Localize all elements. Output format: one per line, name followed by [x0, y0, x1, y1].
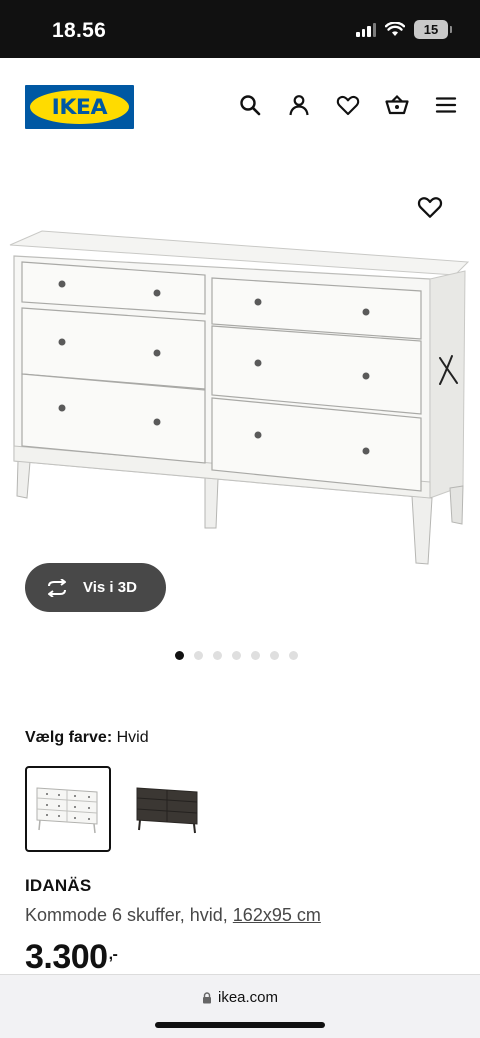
url-display[interactable]: ikea.com	[0, 989, 480, 1006]
cellular-signal-icon	[356, 22, 376, 37]
product-dimensions-link[interactable]: 162x95 cm	[233, 905, 321, 925]
gallery-dot[interactable]	[270, 651, 279, 660]
basket-icon[interactable]	[385, 93, 409, 117]
add-to-favorites-icon[interactable]	[417, 194, 443, 220]
price-suffix: ,-	[108, 946, 118, 963]
status-icons: 15	[356, 20, 452, 39]
wifi-icon	[385, 22, 405, 36]
color-selection-line: Vælg farve: Hvid	[25, 729, 149, 747]
product-image[interactable]	[0, 178, 480, 578]
gallery-dot[interactable]	[251, 651, 260, 660]
product-name: IDANÄS	[25, 876, 92, 895]
menu-icon[interactable]	[434, 93, 458, 117]
home-indicator	[155, 1022, 325, 1028]
product-price: 3.300,-	[25, 938, 118, 977]
logo-oval: IKEA	[30, 90, 129, 124]
search-icon[interactable]	[238, 93, 262, 117]
status-time: 18.56	[52, 19, 107, 42]
selected-color: Hvid	[116, 729, 149, 746]
view-in-3d-button[interactable]: Vis i 3D	[25, 563, 166, 612]
lock-icon	[202, 991, 211, 1003]
gallery-dot[interactable]	[175, 651, 184, 660]
price-value: 3.300	[25, 938, 108, 976]
browser-address-bar[interactable]: ikea.com	[0, 974, 480, 1038]
gallery-dot[interactable]	[289, 651, 298, 660]
product-description: Kommode 6 skuffer, hvid,	[25, 905, 228, 925]
url-text: ikea.com	[217, 989, 279, 1006]
gallery-pagination	[175, 651, 298, 660]
site-header: IKEA	[0, 58, 480, 158]
ikea-logo[interactable]: IKEA	[25, 85, 134, 129]
rotate-3d-icon	[48, 578, 66, 597]
white-dresser-thumbnail	[36, 787, 98, 834]
product-description-line: Kommode 6 skuffer, hvid, 162x95 cm	[25, 905, 321, 926]
dark-brown-dresser-thumbnail	[136, 787, 198, 834]
battery-icon: 15	[414, 20, 452, 39]
swatch-white[interactable]	[25, 766, 111, 852]
heart-icon[interactable]	[336, 93, 360, 117]
status-bar: 18.56 15	[0, 0, 480, 58]
gallery-dot[interactable]	[194, 651, 203, 660]
swatch-dark-brown[interactable]	[125, 766, 211, 852]
logo-text: IKEA	[51, 95, 108, 119]
color-swatches	[25, 766, 211, 852]
gallery-dot[interactable]	[213, 651, 222, 660]
header-icons	[238, 93, 458, 117]
gallery-dot[interactable]	[232, 651, 241, 660]
profile-icon[interactable]	[287, 93, 311, 117]
color-label: Vælg farve:	[25, 729, 113, 746]
view-in-3d-label: Vis i 3D	[83, 579, 137, 596]
